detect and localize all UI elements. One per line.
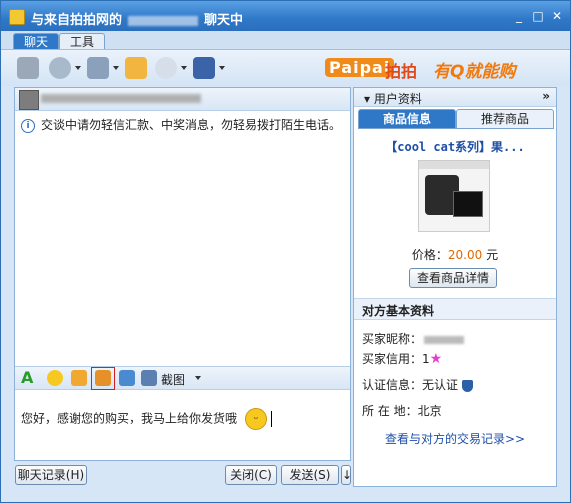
brand-slogan: 有Q就能购 bbox=[433, 62, 516, 82]
buyer-credit-row: 买家信用：1★ bbox=[362, 351, 443, 367]
screenshot-icon[interactable] bbox=[141, 370, 157, 386]
message-input[interactable]: 您好，感谢您的购买，我马上给你发货哦 ᵕ bbox=[21, 408, 273, 430]
chat-header bbox=[15, 88, 350, 111]
panel-header: ▾ 用户资料 » bbox=[354, 88, 556, 107]
redacted-nickname bbox=[424, 335, 465, 344]
send-options-icon[interactable]: ↓ bbox=[341, 465, 352, 485]
message-dropdown-icon[interactable] bbox=[181, 66, 187, 70]
smile-emoji-icon: ᵕ bbox=[245, 408, 268, 430]
brand-pai: Paipai bbox=[325, 58, 395, 77]
font-icon[interactable]: A bbox=[21, 370, 37, 386]
chat-area: i 交谈中请勿轻信汇款、中奖消息，勿轻易拨打陌生电话。 A 截图 您好，感谢您的购… bbox=[14, 87, 351, 461]
collapse-panel-icon[interactable]: » bbox=[542, 89, 550, 103]
voice-icon[interactable] bbox=[87, 57, 109, 79]
title-bar: 与来自拍拍网的 聊天中 _ □ ✕ bbox=[1, 1, 570, 31]
report-dropdown-icon[interactable] bbox=[219, 66, 225, 70]
view-details-button[interactable]: 查看商品详情 bbox=[409, 268, 497, 288]
input-toolbar: A 截图 bbox=[15, 366, 350, 390]
input-text: 您好，感谢您的购买，我马上给你发货哦 bbox=[21, 411, 238, 426]
app-icon bbox=[9, 9, 25, 25]
message-block-icon[interactable] bbox=[155, 57, 177, 79]
tab-tools[interactable]: 工具 bbox=[59, 33, 106, 50]
screenshot-dropdown-icon[interactable] bbox=[195, 376, 201, 380]
window-title: 与来自拍拍网的 聊天中 bbox=[31, 9, 243, 28]
police-report-icon[interactable] bbox=[193, 57, 215, 79]
section-title: 对方基本资料 bbox=[362, 304, 435, 318]
screenshot-label[interactable]: 截图 bbox=[161, 371, 185, 388]
shield-icon bbox=[462, 379, 474, 392]
minimize-icon[interactable]: _ bbox=[513, 10, 525, 22]
price-value: 20.00 bbox=[447, 248, 483, 262]
close-icon[interactable]: ✕ bbox=[551, 10, 563, 22]
video-camera-icon[interactable] bbox=[49, 57, 71, 79]
send-file-icon[interactable] bbox=[125, 57, 147, 79]
add-contact-icon[interactable] bbox=[17, 57, 39, 79]
info-icon: i bbox=[21, 118, 35, 133]
security-notice: i 交谈中请勿轻信汇款、中奖消息，勿轻易拨打陌生电话。 bbox=[21, 116, 341, 133]
chat-history-button[interactable]: 聊天记录(H) bbox=[15, 465, 87, 485]
auth-row: 认证信息：无认证 bbox=[362, 376, 474, 393]
close-button[interactable]: 关闭(C) bbox=[225, 465, 277, 485]
brand-logo: Paipai 拍拍 有Q就能购 bbox=[325, 56, 555, 82]
image-banner bbox=[419, 161, 489, 169]
trade-history-link[interactable]: 查看与对方的交易记录>> bbox=[354, 430, 556, 447]
voice-dropdown-icon[interactable] bbox=[113, 66, 119, 70]
buyer-nickname-row: 买家昵称： bbox=[362, 330, 465, 347]
main-toolbar: Paipai 拍拍 有Q就能购 bbox=[1, 49, 570, 86]
wallet-image bbox=[453, 191, 483, 217]
tab-product-info[interactable]: 商品信息 bbox=[358, 109, 456, 129]
redacted-name bbox=[128, 15, 199, 26]
maximize-icon[interactable]: □ bbox=[532, 10, 544, 22]
location-row: 所 在 地：北京 bbox=[362, 404, 442, 418]
send-button[interactable]: 发送(S) bbox=[281, 465, 339, 485]
image-icon[interactable] bbox=[71, 370, 87, 386]
product-price: 价格：20.00 元 bbox=[411, 248, 499, 262]
transfer-icon[interactable] bbox=[119, 370, 135, 386]
credit-star-icon: ★ bbox=[429, 351, 443, 367]
chat-window: 与来自拍拍网的 聊天中 _ □ ✕ 聊天 工具 Paipai 拍拍 有Q就能购 i… bbox=[0, 0, 571, 503]
title-suffix: 聊天中 bbox=[204, 13, 244, 28]
emoji-icon[interactable] bbox=[47, 370, 63, 386]
avatar[interactable] bbox=[19, 90, 39, 110]
calculator-icon[interactable] bbox=[95, 370, 111, 386]
tab-chat[interactable]: 聊天 bbox=[13, 33, 60, 50]
redacted-contact bbox=[41, 94, 201, 103]
text-caret bbox=[271, 411, 273, 427]
product-image[interactable] bbox=[418, 160, 490, 232]
notice-text: 交谈中请勿轻信汇款、中奖消息，勿轻易拨打陌生电话。 bbox=[41, 118, 342, 132]
video-dropdown-icon[interactable] bbox=[75, 66, 81, 70]
tab-recommended[interactable]: 推荐商品 bbox=[456, 109, 554, 129]
panel-header-label: ▾ 用户资料 bbox=[364, 92, 422, 106]
info-panel: ▾ 用户资料 » 商品信息 推荐商品 【cool cat系列】果... 价格：2… bbox=[353, 87, 557, 487]
product-title[interactable]: 【cool cat系列】果... bbox=[354, 138, 556, 155]
section-header: 对方基本资料 bbox=[354, 298, 556, 320]
brand-paipai: 拍拍 bbox=[385, 62, 418, 81]
title-prefix: 与来自拍拍网的 bbox=[31, 13, 123, 28]
tab-bar: 聊天 工具 bbox=[1, 31, 570, 50]
